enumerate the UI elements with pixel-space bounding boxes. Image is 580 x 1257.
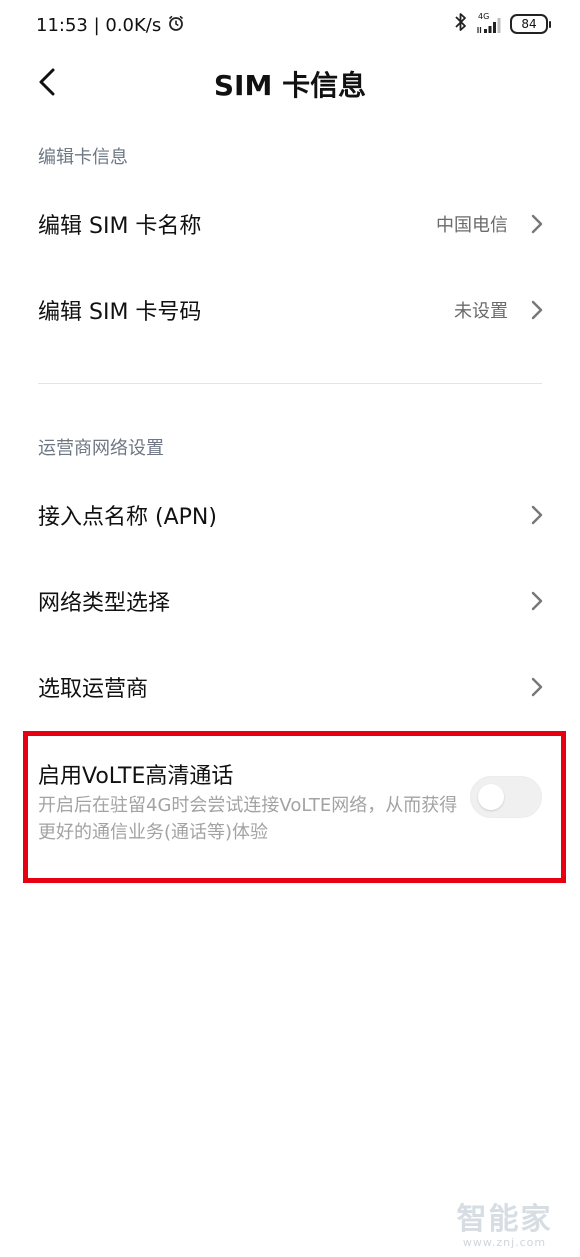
row-value: 未设置 [454, 301, 508, 322]
battery-icon: 84 [510, 14, 551, 34]
watermark-logo: 智能家 www.znj.com [447, 1194, 562, 1249]
row-value: 中国电信 [436, 215, 508, 236]
row-label: 网络类型选择 [38, 591, 171, 616]
status-time-speed: 11:53 | 0.0K/s [36, 15, 162, 36]
toggle-knob [478, 784, 504, 810]
section-divider [38, 383, 542, 384]
chevron-right-icon [531, 677, 543, 697]
section-header-carrier: 运营商网络设置 [38, 438, 164, 459]
alarm-icon [167, 14, 185, 37]
volte-title: 启用VoLTE高清通话 [38, 764, 234, 789]
chevron-right-icon [531, 591, 543, 611]
section-header-edit-card: 编辑卡信息 [38, 147, 128, 168]
signal-icon: 4G [476, 12, 502, 34]
status-left: 11:53 | 0.0K/s [36, 14, 185, 37]
row-label: 编辑 SIM 卡号码 [38, 300, 202, 325]
watermark-url: www.znj.com [462, 1236, 547, 1249]
network-type-row[interactable]: 网络类型选择 [0, 558, 580, 644]
row-label: 选取运营商 [38, 677, 149, 702]
watermark-main: 智能家 [456, 1202, 553, 1237]
volte-row[interactable]: 启用VoLTE高清通话 开启后在驻留4G时会尝试连接VoLTE网络，从而获得更好… [0, 742, 580, 868]
chevron-right-icon [531, 214, 543, 234]
row-label: 接入点名称 (APN) [38, 505, 217, 530]
chevron-right-icon [531, 300, 543, 320]
edit-sim-number-row[interactable]: 编辑 SIM 卡号码 未设置 [0, 267, 580, 353]
bluetooth-icon [454, 12, 468, 36]
status-right: 4G 84 [454, 12, 551, 36]
edit-sim-name-row[interactable]: 编辑 SIM 卡名称 中国电信 [0, 181, 580, 267]
header: SIM 卡信息 [0, 50, 580, 120]
page-title: SIM 卡信息 [213, 69, 367, 102]
chevron-right-icon [531, 505, 543, 525]
volte-description: 开启后在驻留4G时会尝试连接VoLTE网络，从而获得更好的通信业务(通话等)体验 [38, 795, 458, 843]
status-bar: 11:53 | 0.0K/s 4G 84 [0, 0, 580, 50]
row-label: 编辑 SIM 卡名称 [38, 214, 202, 239]
apn-row[interactable]: 接入点名称 (APN) [0, 472, 580, 558]
select-carrier-row[interactable]: 选取运营商 [0, 644, 580, 730]
volte-toggle[interactable] [470, 776, 542, 818]
